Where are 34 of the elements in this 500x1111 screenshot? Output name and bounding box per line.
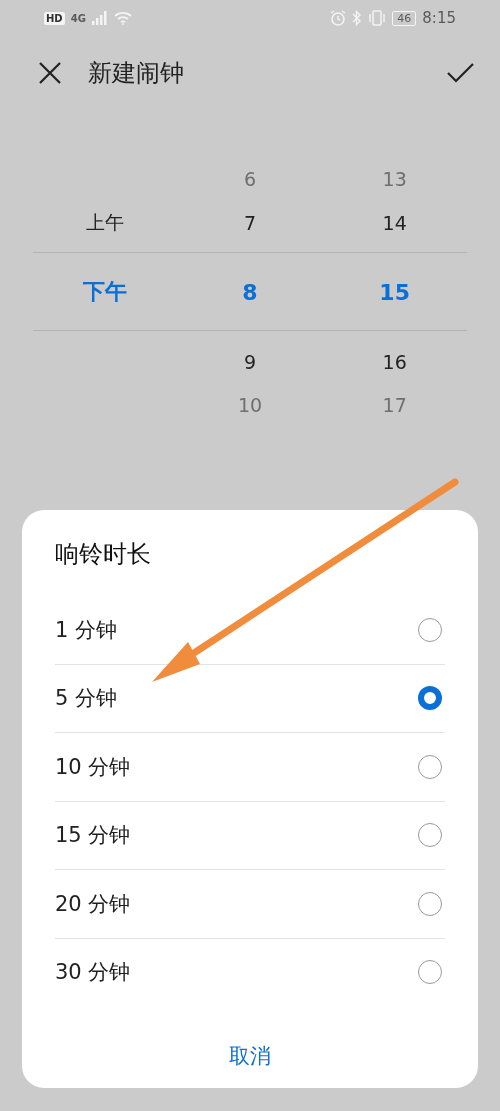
duration-option[interactable]: 30 分钟 [55, 937, 445, 1006]
radio-button[interactable] [418, 617, 442, 642]
signal-icon [91, 11, 108, 25]
dialog-title: 响铃时长 [55, 539, 152, 570]
hd-icon: HD [44, 11, 65, 25]
option-label: 20 分钟 [55, 890, 131, 918]
duration-option[interactable]: 10 分钟 [55, 732, 445, 801]
radio-button[interactable] [418, 891, 442, 916]
picker-value[interactable]: 上午 [86, 209, 125, 236]
option-label: 5 分钟 [55, 685, 118, 713]
radio-button[interactable] [418, 686, 442, 711]
option-label: 30 分钟 [55, 959, 131, 987]
network-type-label: 4G [70, 12, 86, 24]
page-title: 新建闹钟 [88, 58, 185, 89]
duration-option[interactable]: 15 分钟 [55, 800, 445, 869]
picker-value[interactable]: 14 [382, 211, 407, 234]
picker-value[interactable]: 9 [243, 350, 257, 373]
cancel-button[interactable]: 取消 [209, 1034, 291, 1078]
option-label: 10 分钟 [55, 753, 131, 781]
duration-option[interactable]: 20 分钟 [55, 869, 445, 938]
bluetooth-icon [352, 10, 363, 26]
duration-option[interactable]: 1 分钟 [55, 596, 445, 664]
alarm-icon [330, 10, 347, 26]
radio-button[interactable] [418, 960, 442, 985]
vibrate-icon [368, 10, 387, 26]
option-label: 1 分钟 [55, 616, 118, 644]
radio-button[interactable] [418, 823, 442, 848]
picker-value[interactable]: 7 [243, 211, 257, 234]
battery-level: 46 [392, 10, 417, 26]
wifi-icon [113, 11, 132, 25]
clock-time: 8:15 [422, 9, 456, 27]
picker-value[interactable]: 16 [382, 350, 407, 373]
radio-button[interactable] [418, 754, 442, 779]
option-label: 15 分钟 [55, 822, 131, 850]
